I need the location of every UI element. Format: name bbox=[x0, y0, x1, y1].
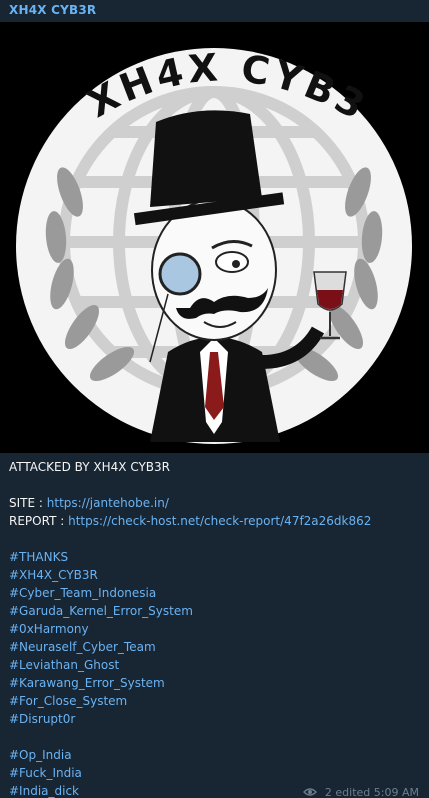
hashtag-link[interactable]: #For_Close_System bbox=[9, 692, 421, 710]
site-link[interactable]: https://jantehobe.in/ bbox=[47, 496, 169, 510]
hashtag-link[interactable]: #Disrupt0r bbox=[9, 710, 421, 728]
message-text: ATTACKED BY XH4X CYB3R SITE : https://ja… bbox=[9, 458, 421, 798]
hashtag-link[interactable]: #THANKS bbox=[9, 548, 421, 566]
xh4x-logo-image: XH4X CYB3R bbox=[0, 22, 429, 453]
hashtag-link[interactable]: #Fuck_India bbox=[9, 764, 421, 782]
report-line: REPORT : https://check-host.net/check-re… bbox=[9, 512, 421, 530]
edited-time: edited 5:09 AM bbox=[335, 786, 419, 798]
hashtag-link[interactable]: #Cyber_Team_Indonesia bbox=[9, 584, 421, 602]
message-photo[interactable]: XH4X CYB3R bbox=[0, 22, 429, 453]
hashtag-link[interactable]: #Garuda_Kernel_Error_System bbox=[9, 602, 421, 620]
hashtag-link[interactable]: #XH4X_CYB3R bbox=[9, 566, 421, 584]
hashtag-link[interactable]: #Op_India bbox=[9, 746, 421, 764]
message-bubble: XH4X CYB3R XH4X CYB3 ATTACKED BY XH4X CY… bbox=[0, 0, 429, 798]
channel-name[interactable]: XH4X CYB3R bbox=[9, 3, 96, 17]
report-link[interactable]: https://check-host.net/check-report/47f2… bbox=[68, 514, 371, 528]
report-label: REPORT : bbox=[9, 514, 65, 528]
site-line: SITE : https://jantehobe.in/ bbox=[9, 494, 421, 512]
message-meta: 2 edited 5:09 AM bbox=[303, 786, 419, 798]
headline: ATTACKED BY XH4X CYB3R bbox=[9, 460, 171, 474]
site-label: SITE : bbox=[9, 496, 43, 510]
view-count: 2 bbox=[324, 786, 332, 798]
hashtag-link[interactable]: #Karawang_Error_System bbox=[9, 674, 421, 692]
eye-icon bbox=[303, 787, 318, 798]
hashtag-link[interactable]: #Leviathan_Ghost bbox=[9, 656, 421, 674]
hashtag-link[interactable]: #0xHarmony bbox=[9, 620, 421, 638]
hashtag-link[interactable]: #Neuraself_Cyber_Team bbox=[9, 638, 421, 656]
